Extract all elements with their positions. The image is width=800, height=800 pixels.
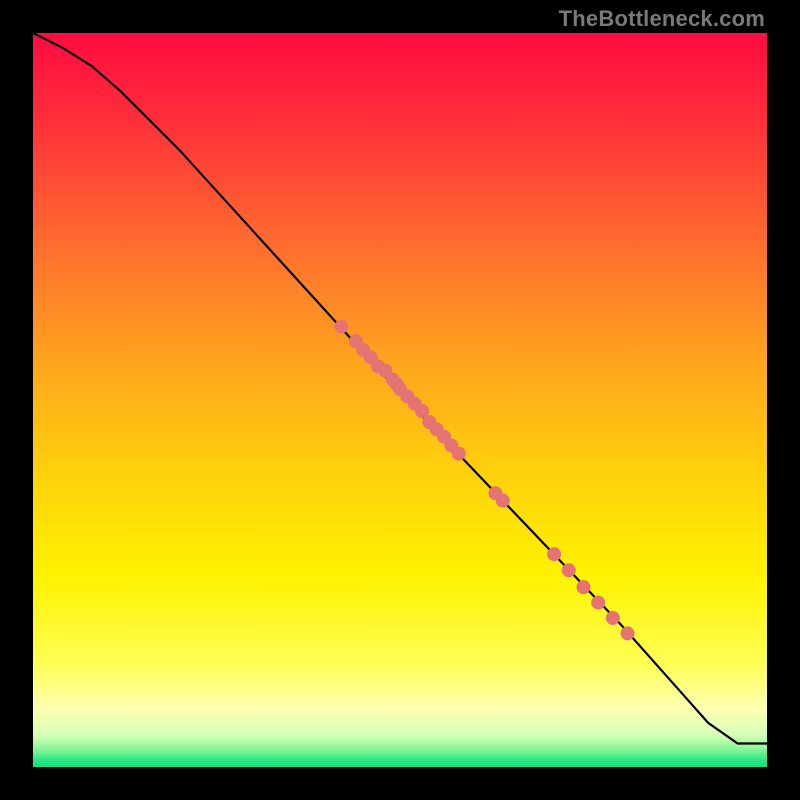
data-point	[334, 320, 348, 334]
watermark-text: TheBottleneck.com	[559, 6, 765, 32]
data-point	[591, 596, 605, 610]
plot-area	[33, 33, 767, 767]
data-point	[577, 580, 591, 594]
data-point	[496, 494, 510, 508]
chart-stage: TheBottleneck.com	[0, 0, 800, 800]
chart-overlay	[33, 33, 767, 767]
data-point	[547, 547, 561, 561]
data-point	[452, 447, 466, 461]
data-point	[606, 611, 620, 625]
data-point	[621, 626, 635, 640]
data-point	[562, 563, 576, 577]
